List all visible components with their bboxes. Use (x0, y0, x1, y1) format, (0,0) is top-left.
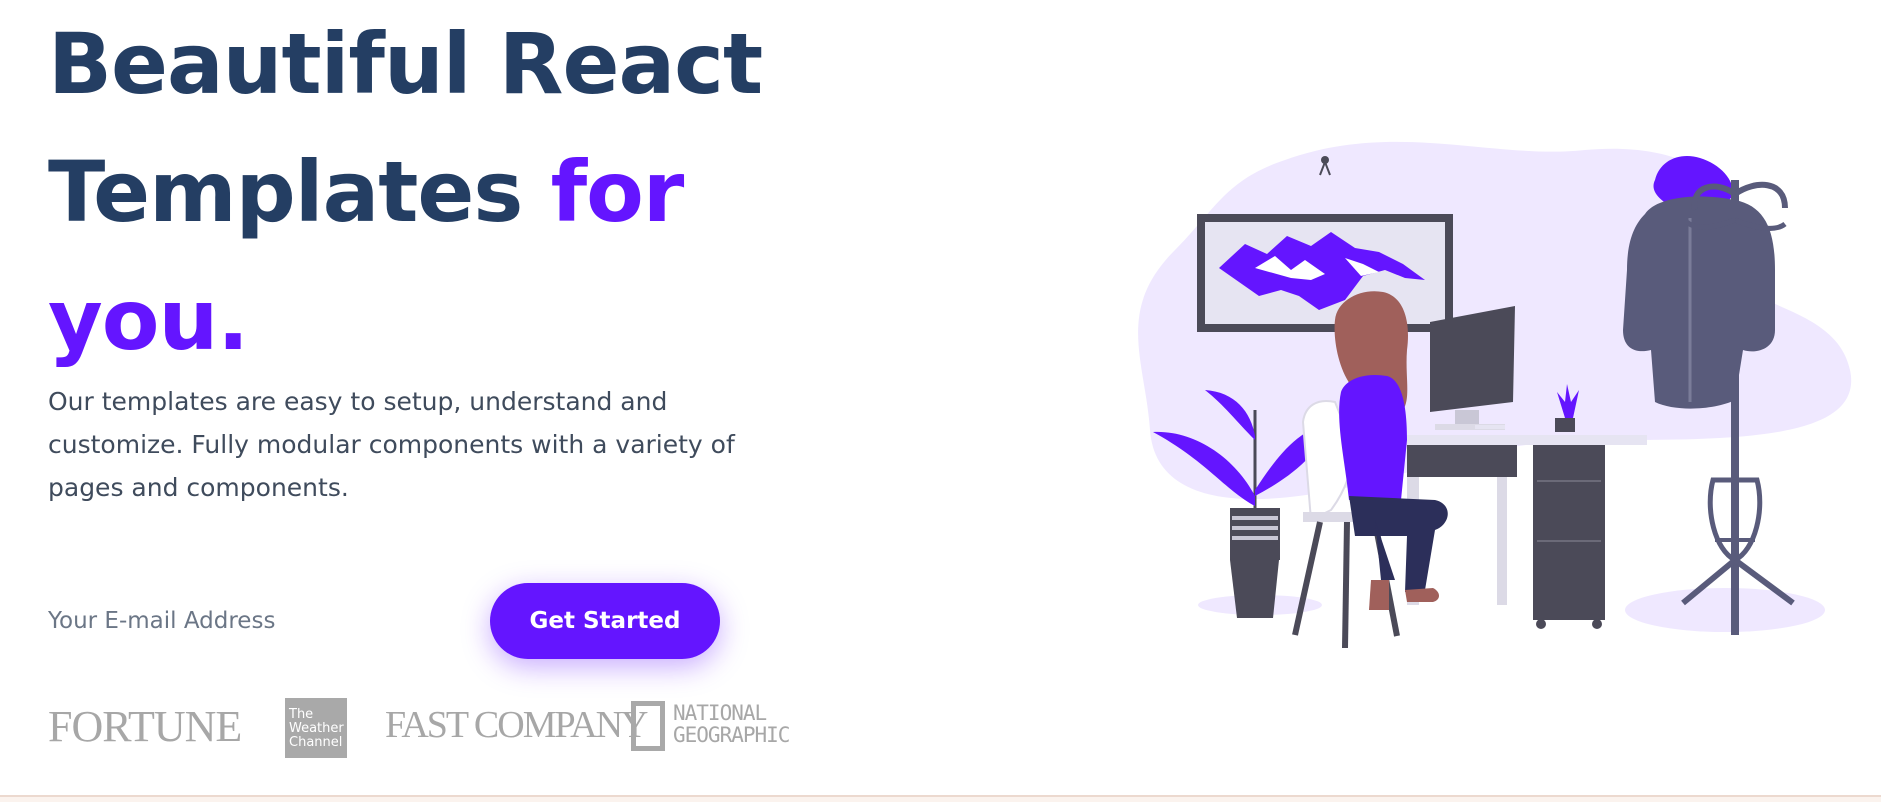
headline-line-2: Templates for (48, 128, 808, 256)
headline-line-1: Beautiful React (48, 15, 763, 113)
headline-templates: Templates (48, 143, 523, 241)
get-started-button[interactable]: Get Started (490, 583, 720, 659)
natgeo-wordmark: NATIONAL GEOGRAPHIC (673, 701, 790, 747)
logo-fortune: FORTUNE (48, 702, 242, 751)
natgeo-frame-icon (631, 701, 665, 751)
logo-national-geographic: NATIONAL GEOGRAPHIC (631, 701, 831, 755)
email-input[interactable] (48, 596, 468, 646)
headline-accent-you: you. (48, 271, 249, 369)
hero-description: Our templates are easy to setup, underst… (48, 387, 735, 502)
signup-form: Get Started (48, 580, 728, 662)
hero-section: Beautiful React Templates for you. Our t… (0, 0, 1881, 795)
page-bottom-border (0, 795, 1881, 802)
logo-fast-company: FAST COMPANY (385, 704, 648, 746)
logo-weather-channel: The Weather Channel (285, 698, 347, 758)
headline-accent-for: for (550, 143, 685, 241)
customer-logos: FORTUNE The Weather Channel FAST COMPANY… (48, 693, 828, 763)
hero-headline: Beautiful React Templates for you. (48, 0, 808, 384)
illustration-woman-at-desk (1138, 141, 1852, 649)
